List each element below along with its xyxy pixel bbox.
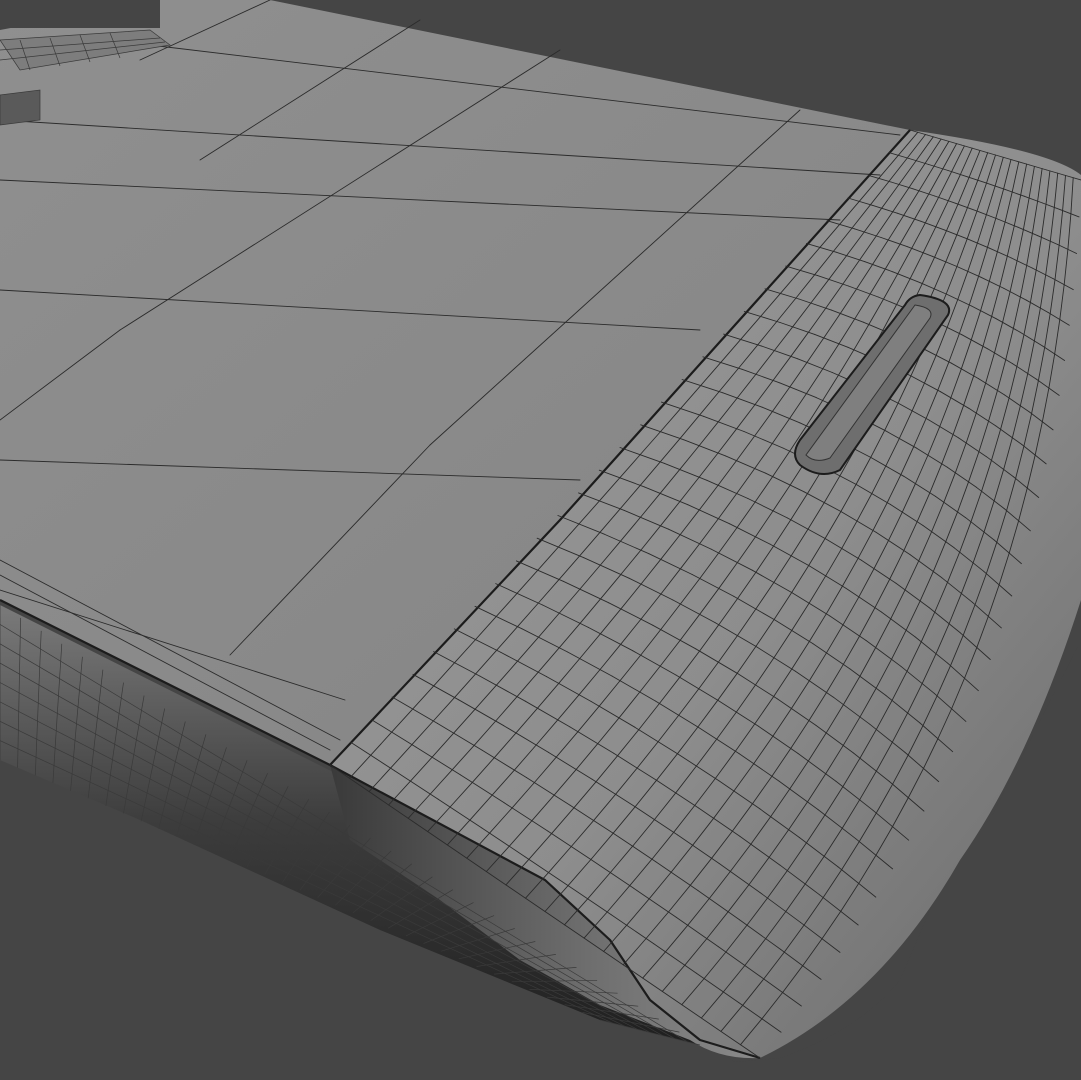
wireframe-model-render (0, 0, 1081, 1080)
background-corner (0, 0, 160, 28)
3d-viewport[interactable] (0, 0, 1081, 1080)
